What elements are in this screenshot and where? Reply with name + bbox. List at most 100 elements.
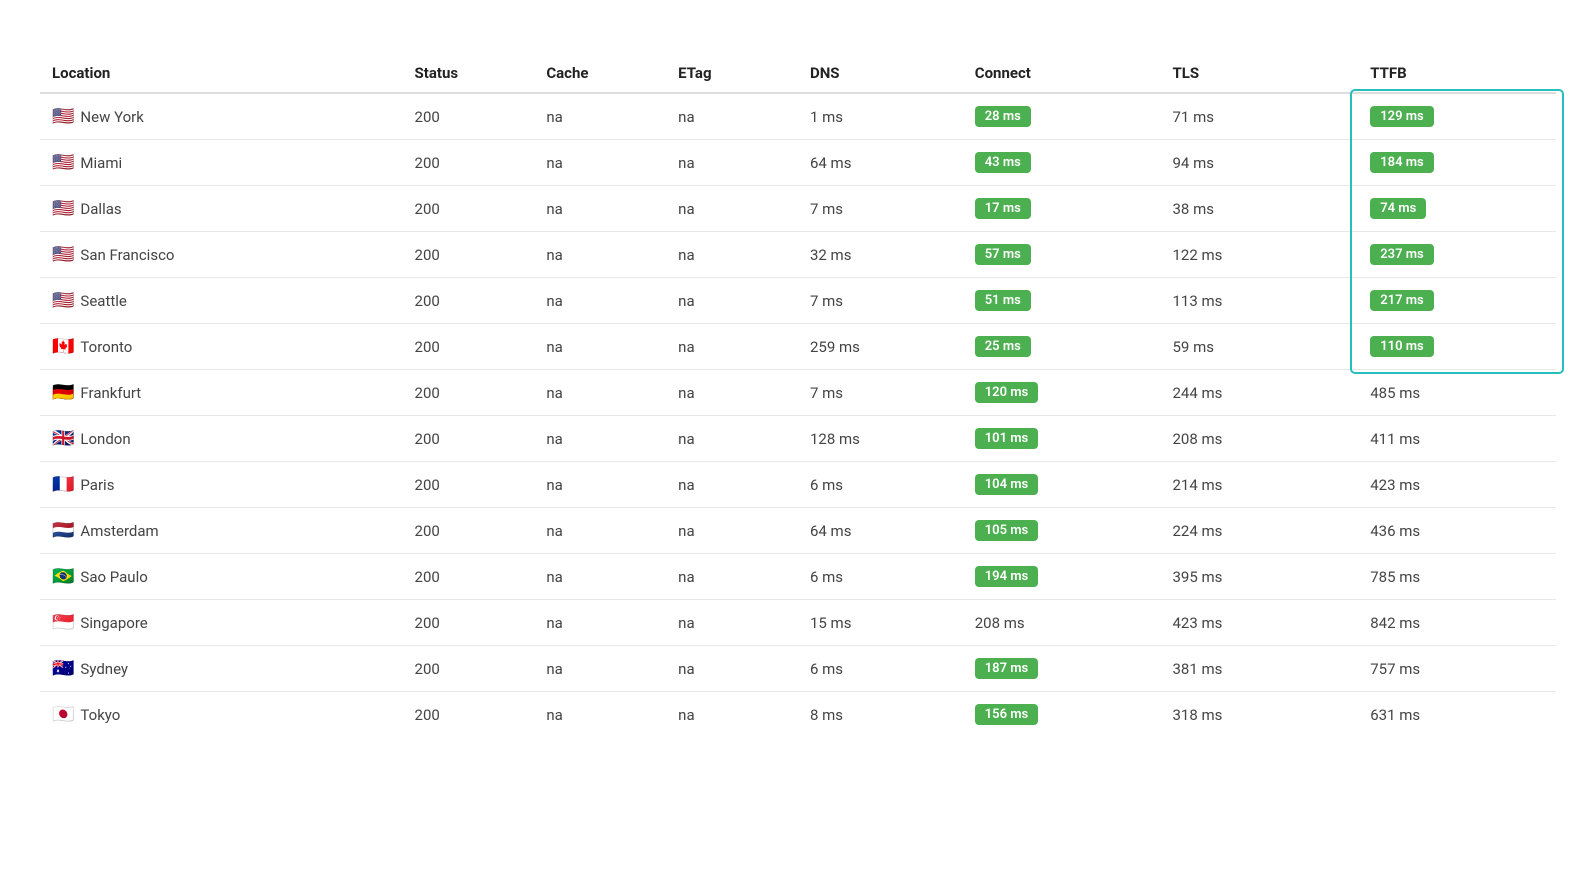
- cell-dns: 259 ms: [798, 324, 963, 370]
- cell-dns: 32 ms: [798, 232, 963, 278]
- cell-connect: 101 ms: [963, 416, 1161, 462]
- location-name: Sao Paulo: [80, 568, 147, 586]
- cell-tls: 214 ms: [1160, 462, 1358, 508]
- cell-dns: 6 ms: [798, 554, 963, 600]
- cell-tls: 38 ms: [1160, 186, 1358, 232]
- cell-ttfb: 74 ms: [1358, 186, 1556, 232]
- flag-icon: 🇸🇬: [52, 612, 74, 633]
- cell-etag: na: [666, 278, 798, 324]
- cell-status: 200: [403, 232, 535, 278]
- location-name: San Francisco: [80, 246, 174, 264]
- table-row: 🇺🇸Dallas200nana7 ms17 ms38 ms74 ms: [40, 186, 1556, 232]
- cell-cache: na: [534, 554, 666, 600]
- cell-ttfb: 237 ms: [1358, 232, 1556, 278]
- table-row: 🇺🇸Miami200nana64 ms43 ms94 ms184 ms: [40, 140, 1556, 186]
- ttfb-badge: 74 ms: [1370, 198, 1426, 219]
- cell-ttfb: 423 ms: [1358, 462, 1556, 508]
- cell-dns: 6 ms: [798, 462, 963, 508]
- header-tls: TLS: [1160, 54, 1358, 93]
- cell-connect: 28 ms: [963, 93, 1161, 140]
- cell-location: 🇯🇵 Tokyo: [40, 692, 403, 738]
- table-row: 🇧🇷Sao Paulo200nana6 ms194 ms395 ms785 ms: [40, 554, 1556, 600]
- table-row: 🇸🇬Singapore200nana15 ms208 ms423 ms842 m…: [40, 600, 1556, 646]
- cell-connect: 51 ms: [963, 278, 1161, 324]
- cell-connect: 120 ms: [963, 370, 1161, 416]
- cell-location: 🇺🇸Miami: [40, 140, 403, 186]
- cell-location: 🇸🇬 Singapore: [40, 600, 403, 646]
- cell-tls: 71 ms: [1160, 93, 1358, 140]
- cell-connect: 104 ms: [963, 462, 1161, 508]
- table-row: 🇬🇧London200nana128 ms101 ms208 ms411 ms: [40, 416, 1556, 462]
- location-name: Tokyo: [80, 706, 120, 724]
- flag-icon: 🇫🇷: [52, 474, 74, 495]
- cell-tls: 122 ms: [1160, 232, 1358, 278]
- cell-etag: na: [666, 646, 798, 692]
- table-row: 🇺🇸Seattle200nana7 ms51 ms113 ms217 ms: [40, 278, 1556, 324]
- cell-etag: na: [666, 416, 798, 462]
- header-connect: Connect: [963, 54, 1161, 93]
- cell-etag: na: [666, 186, 798, 232]
- cell-dns: 7 ms: [798, 186, 963, 232]
- cell-dns: 7 ms: [798, 370, 963, 416]
- connect-badge: 51 ms: [975, 290, 1031, 311]
- cell-tls: 59 ms: [1160, 324, 1358, 370]
- cell-status: 200: [403, 600, 535, 646]
- cell-etag: na: [666, 324, 798, 370]
- table-row: 🇯🇵Tokyo200nana8 ms156 ms318 ms631 ms: [40, 692, 1556, 738]
- cell-tls: 113 ms: [1160, 278, 1358, 324]
- flag-icon: 🇺🇸: [52, 244, 74, 265]
- header-status: Status: [403, 54, 535, 93]
- flag-icon: 🇧🇷: [52, 566, 74, 587]
- cell-tls: 94 ms: [1160, 140, 1358, 186]
- cell-dns: 6 ms: [798, 646, 963, 692]
- header-cache: Cache: [534, 54, 666, 93]
- connect-badge: 17 ms: [975, 198, 1031, 219]
- cell-ttfb: 757 ms: [1358, 646, 1556, 692]
- cell-etag: na: [666, 692, 798, 738]
- cell-etag: na: [666, 232, 798, 278]
- performance-table: Location Status Cache ETag DNS Connect T…: [40, 54, 1556, 737]
- cell-ttfb: 436 ms: [1358, 508, 1556, 554]
- cell-cache: na: [534, 140, 666, 186]
- cell-connect: 194 ms: [963, 554, 1161, 600]
- cell-dns: 128 ms: [798, 416, 963, 462]
- location-name: Dallas: [80, 200, 121, 218]
- ttfb-badge: 217 ms: [1370, 290, 1434, 311]
- flag-icon: 🇯🇵: [52, 704, 74, 725]
- connect-badge: 101 ms: [975, 428, 1039, 449]
- cell-cache: na: [534, 646, 666, 692]
- ttfb-badge: 129 ms: [1370, 106, 1434, 127]
- cell-dns: 7 ms: [798, 278, 963, 324]
- header-location: Location: [40, 54, 403, 93]
- cell-tls: 208 ms: [1160, 416, 1358, 462]
- cell-cache: na: [534, 600, 666, 646]
- location-name: London: [80, 430, 130, 448]
- cell-location: 🇳🇱Amsterdam: [40, 508, 403, 554]
- cell-status: 200: [403, 93, 535, 140]
- cell-ttfb: 217 ms: [1358, 278, 1556, 324]
- location-name: Frankfurt: [80, 384, 141, 402]
- cell-cache: na: [534, 370, 666, 416]
- flag-icon: 🇺🇸: [52, 290, 74, 311]
- location-name: Paris: [80, 476, 114, 494]
- cell-status: 200: [403, 508, 535, 554]
- cell-ttfb: 129 ms: [1358, 93, 1556, 140]
- connect-badge: 156 ms: [975, 704, 1039, 725]
- cell-connect: 156 ms: [963, 692, 1161, 738]
- cell-location: 🇺🇸 Seattle: [40, 278, 403, 324]
- location-name: Seattle: [80, 292, 126, 310]
- location-name: Singapore: [80, 614, 147, 632]
- table-row: 🇫🇷Paris200nana6 ms104 ms214 ms423 ms: [40, 462, 1556, 508]
- cell-dns: 1 ms: [798, 93, 963, 140]
- table-row: 🇩🇪Frankfurt200nana7 ms120 ms244 ms485 ms: [40, 370, 1556, 416]
- cell-connect: 208 ms: [963, 600, 1161, 646]
- ttfb-badge: 184 ms: [1370, 152, 1434, 173]
- connect-badge: 194 ms: [975, 566, 1039, 587]
- connect-badge: 57 ms: [975, 244, 1031, 265]
- cell-status: 200: [403, 692, 535, 738]
- flag-icon: 🇳🇱: [52, 520, 74, 541]
- table-row: 🇦🇺Sydney200nana6 ms187 ms381 ms757 ms: [40, 646, 1556, 692]
- cell-location: 🇦🇺Sydney: [40, 646, 403, 692]
- cell-cache: na: [534, 692, 666, 738]
- cell-status: 200: [403, 416, 535, 462]
